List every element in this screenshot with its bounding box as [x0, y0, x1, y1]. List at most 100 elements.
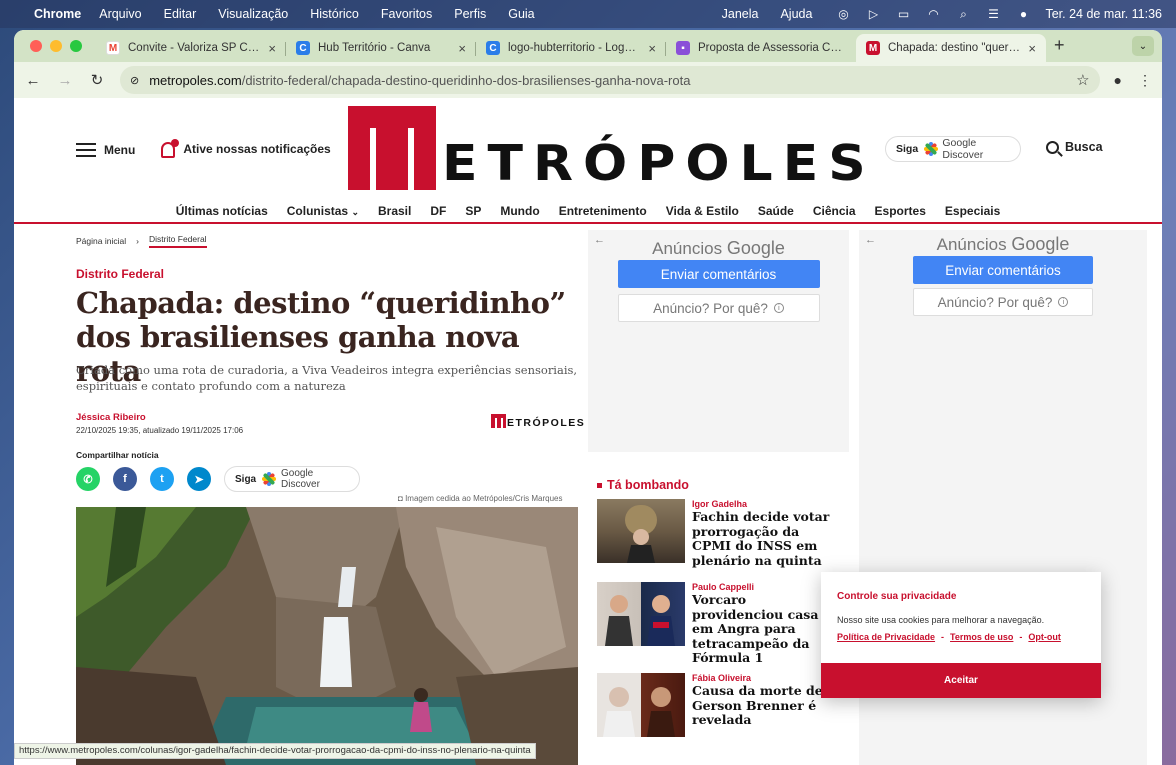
notifications-button[interactable]: Ative nossas notificações [161, 139, 331, 158]
menubar-clock[interactable]: Ter. 24 de mar. 11:36 [1045, 7, 1162, 21]
whatsapp-icon[interactable]: ✆ [76, 467, 100, 491]
trending-author[interactable]: Igor Gadelha [692, 499, 747, 509]
creative-cloud-icon[interactable]: ◎ [835, 7, 851, 21]
article-author[interactable]: Jéssica Ribeiro [76, 412, 146, 423]
site-info-icon[interactable]: ⊘ [130, 74, 139, 87]
trending-thumbnail[interactable] [597, 582, 685, 646]
tab-canva-hub[interactable]: C Hub Território - Canva × [286, 34, 476, 62]
nav-df[interactable]: DF [430, 204, 446, 224]
trending-author[interactable]: Paulo Cappelli [692, 582, 754, 592]
article-section[interactable]: Distrito Federal [76, 267, 164, 281]
menu-janela[interactable]: Janela [722, 7, 759, 21]
forward-icon[interactable]: → [56, 72, 74, 89]
privacy-policy-link[interactable]: Política de Privacidade [837, 632, 935, 642]
breadcrumb-current[interactable]: Distrito Federal [148, 234, 207, 248]
search-button[interactable]: Busca [1046, 140, 1103, 154]
menu-guia[interactable]: Guia [508, 7, 534, 21]
ads-label-brand: Google [726, 238, 785, 258]
menu-button[interactable]: Menu [76, 143, 135, 158]
tab-search-icon[interactable]: ⌄ [1132, 36, 1154, 56]
app-name[interactable]: Chrome [34, 7, 81, 21]
tab-metropoles[interactable]: M Chapada: destino "queridinho × [856, 34, 1046, 62]
tab-proposta[interactable]: ▪ Proposta de Assessoria Corpo [666, 34, 856, 62]
nav-vida-estilo[interactable]: Vida & Estilo [666, 204, 739, 224]
accept-cookies-button[interactable]: Aceitar [821, 663, 1101, 698]
google-discover-follow-button-2[interactable]: Siga Google Discover [224, 466, 360, 492]
close-tab-icon[interactable]: × [648, 41, 656, 56]
nav-saude[interactable]: Saúde [758, 204, 794, 224]
trending-thumbnail[interactable] [597, 673, 685, 737]
nav-especiais[interactable]: Especiais [945, 204, 1000, 224]
tab-title: Convite - Valoriza SP Cotia - [128, 42, 261, 54]
window-controls [14, 40, 96, 62]
battery-icon[interactable]: ▭ [895, 7, 911, 21]
nav-ciencia[interactable]: Ciência [813, 204, 856, 224]
nav-entretenimento[interactable]: Entretenimento [559, 204, 647, 224]
why-this-ad-button[interactable]: Anúncio? Por quê? i [617, 294, 820, 322]
tab-canva-logo[interactable]: C logo-hubterritorio - Logotipo × [476, 34, 666, 62]
nav-colunistas-label: Colunistas [286, 204, 349, 218]
spotlight-icon[interactable]: ⌕ [955, 7, 971, 21]
nav-mundo[interactable]: Mundo [500, 204, 539, 224]
nav-sp[interactable]: SP [465, 204, 481, 224]
ads-label-prefix: Anúncios [936, 235, 1007, 254]
siga-label: Siga [896, 143, 919, 155]
menu-editar[interactable]: Editar [164, 7, 197, 21]
bookmark-star-icon[interactable]: ☆ [1076, 71, 1089, 89]
trending-headline[interactable]: Causa da morte de Gerson Brenner é revel… [692, 683, 832, 728]
menu-visualizacao[interactable]: Visualização [218, 7, 288, 21]
menu-arquivo[interactable]: Arquivo [99, 7, 141, 21]
address-bar[interactable]: ⊘ metropoles.com/distrito-federal/chapad… [120, 66, 1100, 94]
twitter-icon[interactable]: t [150, 467, 174, 491]
metropoles-logo[interactable]: ETRÓPOLES [348, 106, 876, 190]
menu-label: Menu [104, 142, 136, 157]
minimize-window-icon[interactable] [50, 40, 62, 52]
siri-icon[interactable]: ● [1015, 7, 1031, 21]
close-window-icon[interactable] [30, 40, 42, 52]
more-menu-icon[interactable]: ⋮ [1138, 72, 1152, 89]
send-feedback-button[interactable]: Enviar comentários [913, 256, 1093, 284]
telegram-icon[interactable]: ➤ [187, 467, 211, 491]
trending-item[interactable]: Paulo Cappelli Vorcaro providenciou casa… [597, 582, 859, 665]
close-tab-icon[interactable]: × [1028, 41, 1036, 56]
profile-avatar-icon[interactable]: ● [1114, 72, 1122, 88]
nav-esportes[interactable]: Esportes [875, 204, 926, 224]
menu-favoritos[interactable]: Favoritos [381, 7, 432, 21]
why-this-ad-button[interactable]: Anúncio? Por quê? i [913, 288, 1093, 316]
reload-icon[interactable]: ↻ [88, 71, 106, 89]
share-buttons: ✆ f t ➤ Siga Google Discover [76, 466, 360, 492]
breadcrumb-home[interactable]: Página inicial [76, 236, 126, 246]
tab-title: logo-hubterritorio - Logotipo [508, 42, 641, 54]
wifi-icon[interactable]: ◠ [925, 7, 941, 21]
ads-label-brand: Google [1011, 234, 1070, 254]
opt-out-link[interactable]: Opt-out [1028, 632, 1060, 642]
zoom-window-icon[interactable] [70, 40, 82, 52]
tab-gmail[interactable]: M Convite - Valoriza SP Cotia - × [96, 34, 286, 62]
close-tab-icon[interactable]: × [268, 41, 276, 56]
close-tab-icon[interactable]: × [458, 41, 466, 56]
metropoles-icon: M [866, 41, 880, 55]
notifications-label: Ative nossas notificações [183, 142, 331, 157]
back-icon[interactable]: ← [24, 72, 42, 89]
menu-ajuda[interactable]: Ajuda [780, 7, 812, 21]
cookie-title: Controle sua privacidade [837, 591, 957, 602]
menu-perfis[interactable]: Perfis [454, 7, 486, 21]
new-tab-icon[interactable]: + [1046, 35, 1065, 62]
trending-author[interactable]: Fábia Oliveira [692, 673, 751, 683]
trending-headline[interactable]: Vorcaro providenciou casa em Angra para … [692, 592, 832, 666]
menu-historico[interactable]: Histórico [310, 7, 359, 21]
play-icon[interactable]: ▷ [865, 7, 881, 21]
nav-ultimas[interactable]: Últimas notícias [176, 204, 268, 224]
facebook-icon[interactable]: f [113, 467, 137, 491]
nav-colunistas[interactable]: Colunistas ⌄ [287, 204, 359, 224]
trending-item[interactable]: Igor Gadelha Fachin decide votar prorrog… [597, 499, 859, 567]
trending-item[interactable]: Fábia Oliveira Causa da morte de Gerson … [597, 673, 859, 737]
google-discover-follow-button[interactable]: Siga Google Discover [885, 136, 1021, 162]
trending-thumbnail[interactable] [597, 499, 685, 563]
article-photo-waterfall[interactable] [76, 507, 578, 765]
control-center-icon[interactable]: ☰ [985, 7, 1001, 21]
nav-brasil[interactable]: Brasil [378, 204, 411, 224]
send-feedback-button[interactable]: Enviar comentários [617, 260, 820, 288]
trending-headline[interactable]: Fachin decide votar prorrogação da CPMI … [692, 509, 832, 568]
terms-of-use-link[interactable]: Termos de uso [950, 632, 1013, 642]
